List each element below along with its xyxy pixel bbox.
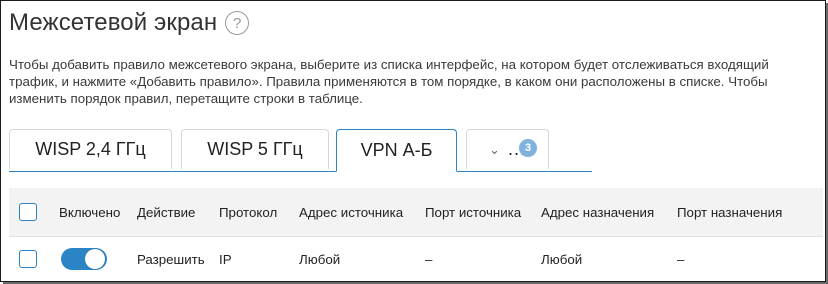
- column-header-src-addr[interactable]: Адрес источника: [299, 188, 403, 236]
- src-port-cell: –: [425, 251, 433, 267]
- tab-vpn-a-b[interactable]: VPN А-Б: [336, 129, 457, 172]
- tab-wisp-2-4[interactable]: WISP 2,4 ГГц: [9, 129, 172, 169]
- interface-tabs: WISP 2,4 ГГц WISP 5 ГГц VPN А-Б ⌄ ... 3: [9, 129, 592, 172]
- hidden-tabs-count-badge: 3: [519, 139, 537, 157]
- dst-addr-cell: Любой: [541, 251, 583, 267]
- page-title: Межсетевой экран: [9, 9, 218, 36]
- page-description: Чтобы добавить правило межсетевого экран…: [9, 57, 769, 106]
- row-select-cell: [19, 237, 37, 281]
- row-checkbox[interactable]: [19, 250, 37, 268]
- select-all-cell: [19, 188, 37, 236]
- column-header-enabled[interactable]: Включено: [59, 188, 120, 236]
- dst-port-cell: –: [677, 251, 685, 267]
- column-header-protocol[interactable]: Протокол: [219, 188, 277, 236]
- question-circle-icon[interactable]: ?: [225, 11, 250, 35]
- column-header-dst-addr[interactable]: Адрес назначения: [541, 188, 654, 236]
- tab-more[interactable]: ⌄ ... 3: [466, 129, 549, 169]
- action-cell: Разрешить: [137, 251, 205, 267]
- page-header: Межсетевой экран ?: [9, 9, 250, 37]
- tab-label: VPN А-Б: [360, 140, 433, 160]
- column-header-action[interactable]: Действие: [137, 188, 195, 236]
- protocol-cell: IP: [219, 251, 232, 267]
- tab-wisp-5[interactable]: WISP 5 ГГц: [181, 129, 329, 169]
- table-row[interactable]: Разрешить IP Любой – Любой –: [9, 237, 823, 281]
- column-header-dst-port[interactable]: Порт назначения: [677, 188, 782, 236]
- tab-label: WISP 5 ГГц: [207, 139, 303, 159]
- chevron-down-icon: ⌄: [489, 141, 500, 157]
- firewall-panel: Межсетевой экран ? Чтобы добавить правил…: [0, 0, 826, 282]
- tab-label: WISP 2,4 ГГц: [35, 139, 146, 159]
- column-header-src-port[interactable]: Порт источника: [425, 188, 521, 236]
- enabled-toggle[interactable]: [61, 248, 107, 270]
- src-addr-cell: Любой: [299, 251, 341, 267]
- toggle-knob: [85, 249, 105, 269]
- enabled-cell: [61, 237, 107, 281]
- select-all-checkbox[interactable]: [19, 203, 37, 221]
- rules-table-header: Включено Действие Протокол Адрес источни…: [9, 188, 823, 237]
